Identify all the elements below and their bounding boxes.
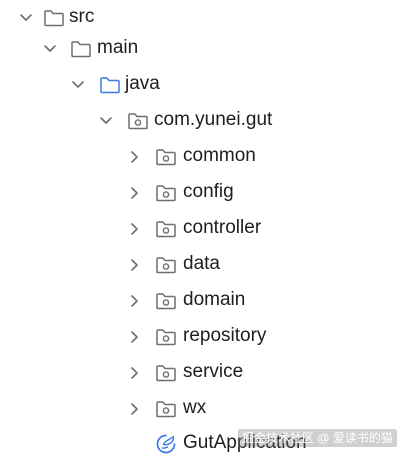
package-icon bbox=[154, 325, 178, 349]
chevron-right-icon[interactable] bbox=[126, 292, 144, 310]
package-icon bbox=[154, 145, 178, 169]
package-icon bbox=[154, 181, 178, 205]
source-folder-icon bbox=[98, 73, 122, 97]
chevron-down-icon[interactable] bbox=[69, 76, 87, 94]
package-icon bbox=[154, 289, 178, 313]
tree-item-label: domain bbox=[183, 289, 246, 310]
tree-item-data[interactable]: data bbox=[0, 247, 408, 283]
chevron-down-icon[interactable] bbox=[97, 112, 115, 130]
tree-item-label: main bbox=[97, 37, 139, 58]
folder-icon bbox=[69, 37, 93, 61]
tree-item-com-yunei-gut[interactable]: com.yunei.gut bbox=[0, 103, 408, 139]
chevron-right-icon[interactable] bbox=[126, 148, 144, 166]
tree-item-label: java bbox=[125, 73, 160, 94]
package-icon bbox=[154, 397, 178, 421]
spring-boot-class-icon bbox=[154, 432, 178, 456]
tree-item-domain[interactable]: domain bbox=[0, 283, 408, 319]
chevron-right-icon[interactable] bbox=[126, 184, 144, 202]
chevron-down-icon[interactable] bbox=[41, 40, 59, 58]
watermark: 掘金技术社区 @ 爱读书的猫 bbox=[238, 429, 397, 447]
tree-item-label: service bbox=[183, 361, 244, 382]
chevron-right-icon[interactable] bbox=[126, 364, 144, 382]
package-icon bbox=[154, 361, 178, 385]
chevron-right-icon[interactable] bbox=[126, 220, 144, 238]
tree-item-label: wx bbox=[183, 397, 207, 418]
tree-item-config[interactable]: config bbox=[0, 175, 408, 211]
project-tree: src main java com.yunei.gut common confi… bbox=[0, 0, 408, 462]
tree-item-java[interactable]: java bbox=[0, 67, 408, 103]
tree-item-label: src bbox=[69, 6, 95, 27]
chevron-right-icon[interactable] bbox=[126, 328, 144, 346]
tree-item-service[interactable]: service bbox=[0, 355, 408, 391]
tree-item-label: repository bbox=[183, 325, 267, 346]
tree-item-label: config bbox=[183, 181, 234, 202]
tree-item-main[interactable]: main bbox=[0, 31, 408, 67]
package-icon bbox=[154, 253, 178, 277]
package-icon bbox=[126, 109, 150, 133]
tree-item-repository[interactable]: repository bbox=[0, 319, 408, 355]
tree-item-label: common bbox=[183, 145, 256, 166]
tree-item-label: data bbox=[183, 253, 220, 274]
chevron-right-icon[interactable] bbox=[126, 256, 144, 274]
tree-item-wx[interactable]: wx bbox=[0, 391, 408, 427]
tree-item-controller[interactable]: controller bbox=[0, 211, 408, 247]
tree-item-label: controller bbox=[183, 217, 262, 238]
chevron-right-icon[interactable] bbox=[126, 400, 144, 418]
chevron-down-icon[interactable] bbox=[17, 9, 35, 27]
tree-item-common[interactable]: common bbox=[0, 139, 408, 175]
folder-icon bbox=[42, 6, 66, 30]
package-icon bbox=[154, 217, 178, 241]
tree-item-label: com.yunei.gut bbox=[154, 109, 273, 130]
